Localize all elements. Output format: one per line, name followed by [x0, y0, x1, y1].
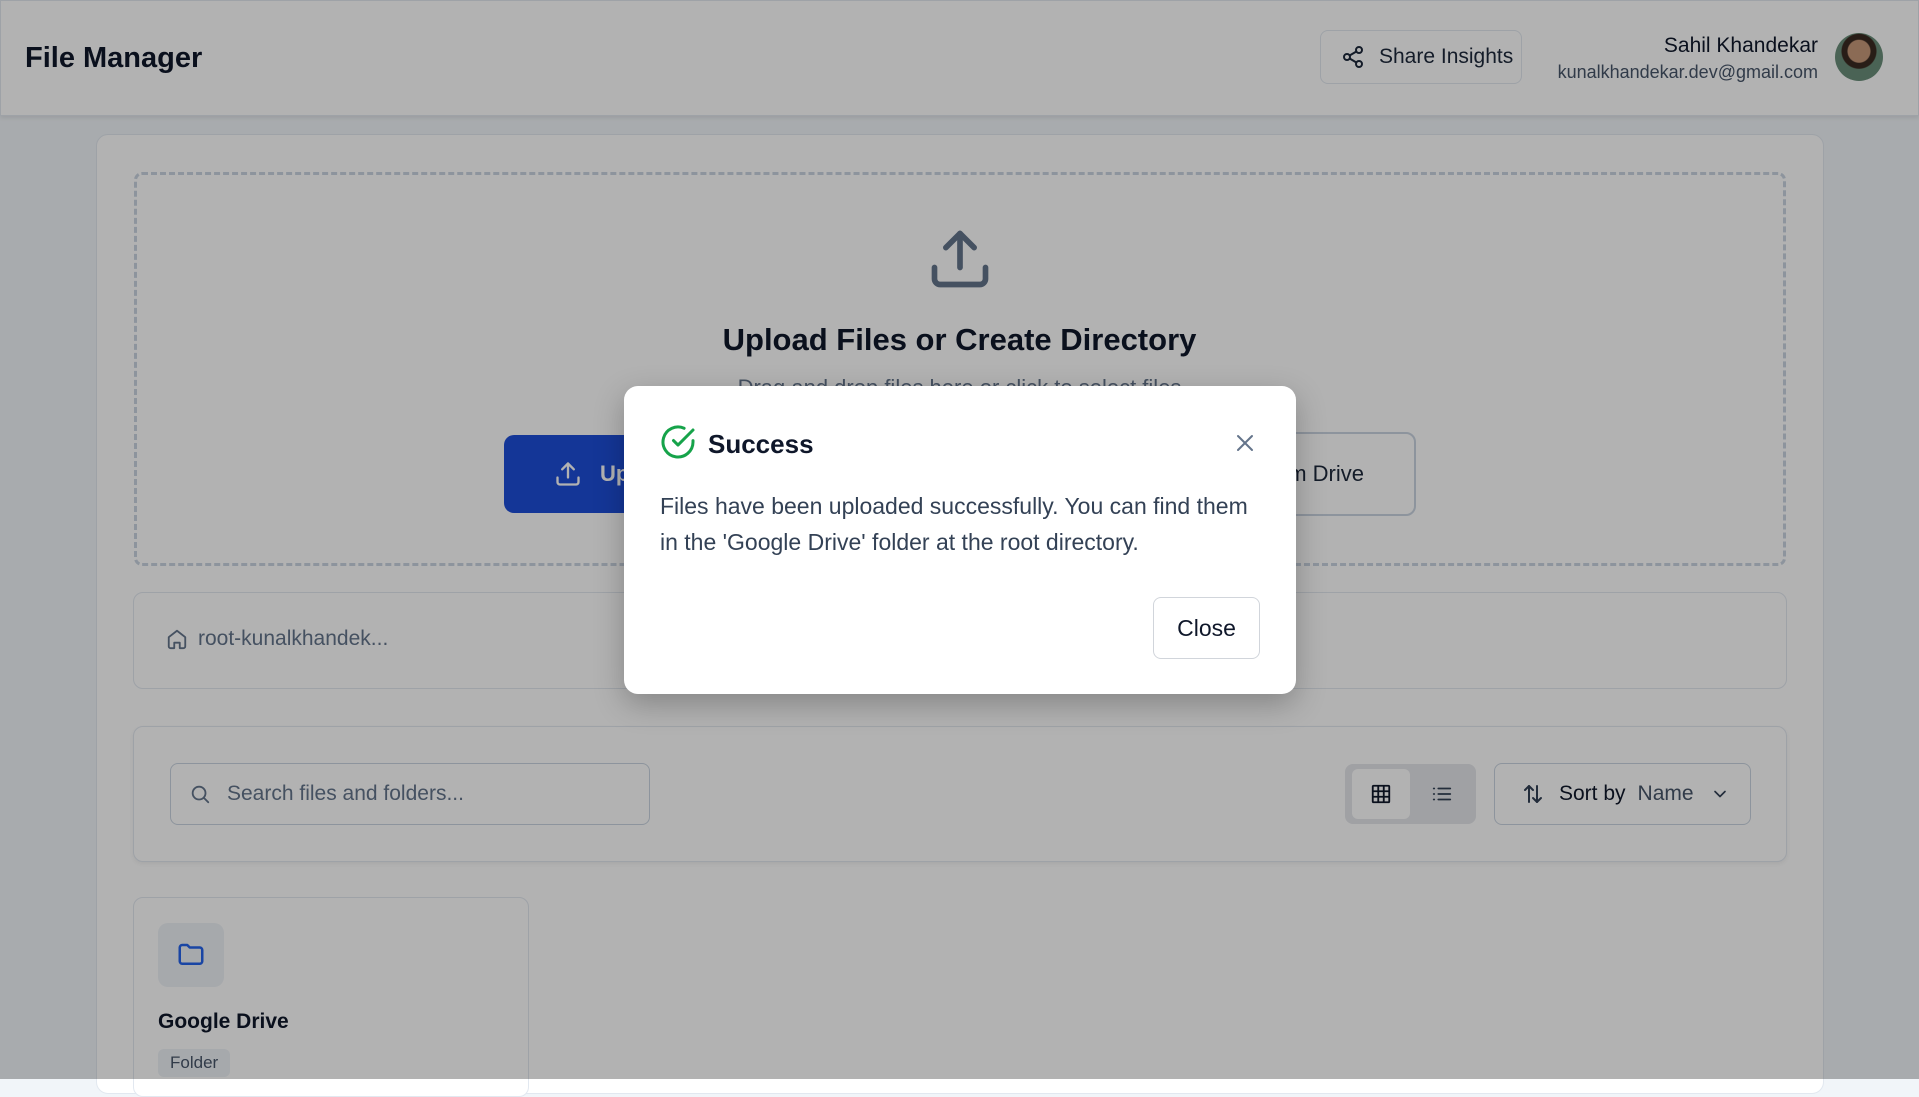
close-button[interactable]: Close [1153, 597, 1260, 659]
dialog-message: Files have been uploaded successfully. Y… [660, 493, 1248, 555]
check-circle-icon [661, 425, 695, 459]
success-dialog: Success Files have been uploaded success… [624, 386, 1296, 694]
dialog-title: Success [708, 429, 814, 459]
close-icon[interactable] [1230, 428, 1260, 458]
